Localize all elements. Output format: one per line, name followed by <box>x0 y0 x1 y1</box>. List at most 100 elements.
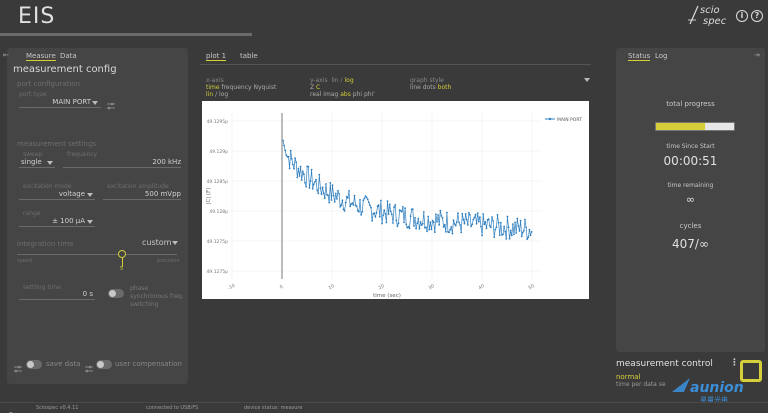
port-type-value: MAIN PORT <box>52 98 91 106</box>
yaxis-option-imag[interactable]: imag <box>323 91 338 98</box>
frequency-input[interactable]: 200 kHz <box>63 157 181 168</box>
data-point <box>529 234 532 237</box>
xaxis-option-time[interactable]: time <box>206 84 220 91</box>
data-point <box>457 212 459 215</box>
excitation-mode-select[interactable]: voltage <box>19 189 95 200</box>
data-point <box>462 218 465 221</box>
x-tick-label: 30 <box>428 283 436 291</box>
save-data-toggle[interactable] <box>26 360 42 369</box>
data-point <box>440 215 443 217</box>
yaxis-option-phi-prime[interactable]: phi' <box>364 91 375 98</box>
data-point <box>320 193 323 196</box>
data-point <box>383 209 386 211</box>
data-point <box>516 217 519 220</box>
data-point <box>312 183 315 186</box>
data-point <box>329 182 332 184</box>
info-icon[interactable]: i <box>736 10 748 22</box>
data-point <box>330 199 333 201</box>
data-point <box>393 206 395 209</box>
data-point <box>332 194 335 197</box>
tab-data[interactable]: Data <box>60 52 77 60</box>
tab-status[interactable]: Status <box>628 52 651 61</box>
data-point <box>342 208 345 211</box>
data-point <box>294 157 296 159</box>
data-point <box>301 170 304 173</box>
phase-sync-toggle[interactable] <box>108 289 124 298</box>
yaxis-scale-lin[interactable]: lin <box>331 77 338 84</box>
save-data-settings-icon[interactable] <box>13 359 23 373</box>
yaxis-option-c[interactable]: C <box>316 84 320 91</box>
data-point <box>446 211 448 214</box>
data-point <box>436 220 438 223</box>
data-point <box>510 234 513 237</box>
integration-slider-track[interactable] <box>17 254 177 255</box>
data-point <box>284 149 287 152</box>
data-point <box>371 219 373 222</box>
data-point <box>415 227 417 230</box>
data-point <box>396 225 399 228</box>
y-tick-label: 49.129p <box>209 149 228 155</box>
yaxis-option-real[interactable]: real <box>310 91 321 98</box>
yaxis-option-phi[interactable]: phi <box>353 91 362 98</box>
frequency-value: 200 kHz <box>152 158 181 166</box>
tab-measure[interactable]: Measure <box>26 52 56 61</box>
tab-table[interactable]: table <box>240 52 258 60</box>
xaxis-option-frequency[interactable]: frequency <box>221 84 251 91</box>
data-point <box>359 199 361 201</box>
impedance-chart[interactable]: 49.1275p 49.1275p 49.128p 49.1285p 49.129p 49… <box>202 101 589 299</box>
data-point <box>373 212 376 215</box>
collapse-left-icon[interactable]: ⇤ <box>3 51 9 59</box>
data-point <box>448 231 450 234</box>
data-point <box>347 197 349 199</box>
y-tick-label: 49.1295p <box>207 119 229 125</box>
data-point <box>362 199 365 202</box>
sweep-value: single <box>21 158 42 166</box>
measurement-mode[interactable]: normal <box>616 373 641 381</box>
tab-log[interactable]: Log <box>655 52 668 60</box>
range-select[interactable]: ± 100 µA <box>19 216 95 227</box>
help-icon[interactable]: ? <box>751 10 763 22</box>
collapse-right-icon[interactable]: ⇥ <box>754 51 760 59</box>
data-point <box>490 226 492 229</box>
graph-style-both[interactable]: both <box>438 84 452 91</box>
plot-options-chevron-down-icon[interactable] <box>584 78 590 82</box>
data-point <box>409 215 412 217</box>
more-vertical-icon[interactable]: ⋮ <box>730 358 739 368</box>
xaxis-label: x-axis <box>206 77 224 84</box>
tab-plot-1[interactable]: plot 1 <box>206 52 227 61</box>
data-point <box>491 216 493 218</box>
data-point <box>530 230 533 233</box>
data-point <box>327 194 329 197</box>
y-tick-label: 49.1275p <box>207 239 229 245</box>
yaxis-option-abs[interactable]: abs <box>340 91 351 98</box>
total-progress-label: total progress <box>666 100 715 108</box>
data-point <box>461 212 464 215</box>
data-point <box>328 201 331 204</box>
yaxis-scale-log[interactable]: log <box>344 77 353 84</box>
port-settings-sliders-icon[interactable] <box>106 96 116 110</box>
user-comp-toggle[interactable] <box>96 360 112 369</box>
integration-time-select[interactable]: custom <box>142 238 171 247</box>
xaxis-scale-log[interactable]: log <box>219 91 228 98</box>
data-point <box>308 187 311 189</box>
data-point <box>394 204 397 206</box>
data-point <box>517 225 520 227</box>
graph-style-dots[interactable]: dots <box>423 84 436 91</box>
graph-style-line[interactable]: line <box>410 84 421 91</box>
integration-slider-handle[interactable] <box>118 250 126 258</box>
data-point <box>454 224 457 227</box>
user-comp-settings-icon[interactable] <box>84 359 94 373</box>
excitation-amplitude-input[interactable]: 500 mVpp <box>103 189 181 200</box>
plot-area[interactable]: 49.1275p 49.1275p 49.128p 49.1285p 49.129p 49… <box>202 101 589 299</box>
data-point <box>321 186 324 189</box>
version-text: Sciospec v0.4.11 <box>36 405 79 411</box>
x-tick-label: 50 <box>528 283 536 291</box>
data-point <box>353 194 356 197</box>
data-point <box>466 224 469 226</box>
settling-time-input[interactable]: 0 s <box>19 289 95 300</box>
xaxis-option-nyquist[interactable]: Nyquist <box>254 84 277 91</box>
port-type-select[interactable]: MAIN PORT <box>19 97 101 108</box>
time-since-value: 00:00:51 <box>663 154 718 168</box>
xaxis-scale-lin[interactable]: lin <box>206 91 213 98</box>
yaxis-option-z[interactable]: Z <box>310 84 314 91</box>
